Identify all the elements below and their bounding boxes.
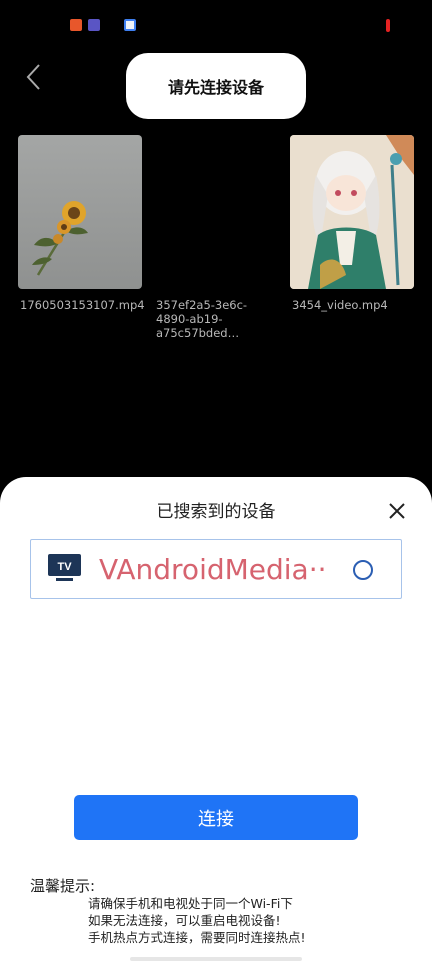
video-thumbnail[interactable] <box>18 135 142 289</box>
video-file-name: 3454_video.mp4 <box>292 298 388 312</box>
toast-message: 请先连接设备 <box>126 53 306 119</box>
app-notification-icon <box>70 19 82 31</box>
sunflower-thumbnail-image <box>32 201 88 276</box>
close-icon[interactable] <box>386 500 408 522</box>
status-bar <box>0 0 432 50</box>
video-file-name: 1760503153107.mp4 <box>20 298 145 312</box>
back-arrow-icon[interactable] <box>22 62 48 92</box>
recording-indicator-icon <box>386 19 390 32</box>
tip-line: 请确保手机和电视处于同一个Wi-Fi下 <box>88 896 293 911</box>
video-file-name: 357ef2a5-3e6c-4890-ab19-a75c57bded… <box>156 298 248 340</box>
tip-line: 手机热点方式连接，需要同时连接热点! <box>88 930 306 945</box>
tips-title: 温馨提示: <box>30 877 96 895</box>
anime-girl-thumbnail-image <box>290 135 414 289</box>
home-indicator[interactable] <box>130 957 302 961</box>
tip-line: 如果无法连接，可以重启电视设备! <box>88 913 281 928</box>
device-name: VAndroidMedia·· <box>99 553 327 586</box>
tv-icon: TV <box>48 554 81 582</box>
video-app-notification-icon <box>88 19 100 31</box>
video-thumbnail[interactable] <box>290 135 414 289</box>
tv-icon-label: TV <box>57 561 72 573</box>
device-search-dialog: 已搜索到的设备 TV VAndroidMedia·· 连接 温馨提示: 请确保手… <box>0 477 432 964</box>
connect-button[interactable]: 连接 <box>74 795 358 840</box>
device-select-radio[interactable] <box>353 560 373 580</box>
device-list-item[interactable]: TV VAndroidMedia·· <box>30 539 402 599</box>
dialog-title: 已搜索到的设备 <box>156 502 276 522</box>
cloud-app-notification-icon <box>124 19 136 31</box>
